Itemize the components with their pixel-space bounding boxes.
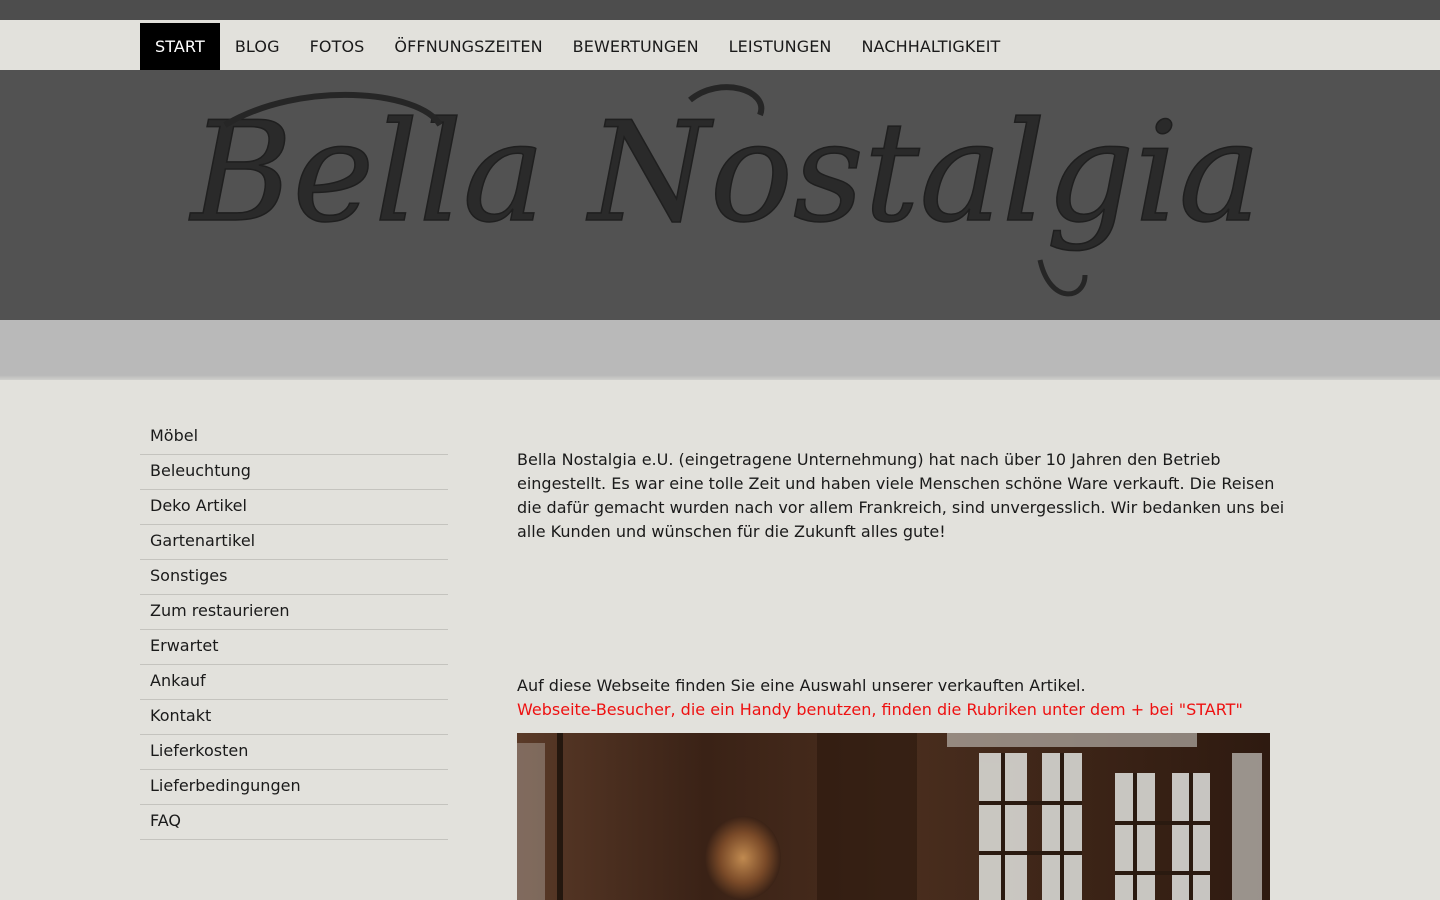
selection-note: Auf diese Webseite finden Sie eine Auswa…	[517, 676, 1086, 695]
sidebar-item-sonstiges[interactable]: Sonstiges	[140, 560, 448, 595]
sidebar-item-erwartet[interactable]: Erwartet	[140, 630, 448, 665]
nav-nachhaltigkeit[interactable]: NACHHALTIGKEIT	[846, 23, 1015, 70]
sidebar-item-gartenartikel[interactable]: Gartenartikel	[140, 525, 448, 560]
sidebar-item-faq[interactable]: FAQ	[140, 805, 448, 840]
sidebar-item-beleuchtung[interactable]: Beleuchtung	[140, 455, 448, 490]
nav-leistungen[interactable]: LEISTUNGEN	[714, 23, 847, 70]
sidebar-item-lieferbedingungen[interactable]: Lieferbedingungen	[140, 770, 448, 805]
nav-menu: START BLOG FOTOS ÖFFNUNGSZEITEN BEWERTUN…	[140, 23, 1015, 70]
mobile-note: Webseite-Besucher, die ein Handy benutze…	[517, 700, 1243, 719]
header-banner: Bella Nostalgia	[0, 70, 1440, 320]
category-sidebar: Möbel Beleuchtung Deko Artikel Gartenart…	[140, 420, 448, 840]
sidebar-item-deko-artikel[interactable]: Deko Artikel	[140, 490, 448, 525]
closure-announcement: Bella Nostalgia e.U. (eingetragene Unter…	[517, 450, 1285, 541]
main-content: Bella Nostalgia e.U. (eingetragene Unter…	[517, 448, 1292, 719]
nav-oeffnungszeiten[interactable]: ÖFFNUNGSZEITEN	[379, 23, 557, 70]
antique-interior-photo	[517, 733, 1270, 900]
nav-blog[interactable]: BLOG	[220, 23, 295, 70]
header-subband	[0, 320, 1440, 380]
logo-text: Bella Nostalgia	[188, 92, 1261, 253]
top-strip	[0, 0, 1440, 20]
logo-flourish	[1037, 259, 1088, 297]
photo-image	[517, 733, 1270, 900]
nav-bewertungen[interactable]: BEWERTUNGEN	[558, 23, 714, 70]
main-navigation: START BLOG FOTOS ÖFFNUNGSZEITEN BEWERTUN…	[0, 20, 1440, 70]
sidebar-item-zum-restaurieren[interactable]: Zum restaurieren	[140, 595, 448, 630]
nav-start[interactable]: START	[140, 23, 220, 70]
notice-block: Auf diese Webseite finden Sie eine Auswa…	[517, 674, 1292, 722]
sidebar-item-ankauf[interactable]: Ankauf	[140, 665, 448, 700]
sidebar-item-kontakt[interactable]: Kontakt	[140, 700, 448, 735]
logo: Bella Nostalgia	[187, 84, 1262, 297]
nav-fotos[interactable]: FOTOS	[295, 23, 380, 70]
sidebar-item-moebel[interactable]: Möbel	[140, 420, 448, 455]
sidebar-item-lieferkosten[interactable]: Lieferkosten	[140, 735, 448, 770]
